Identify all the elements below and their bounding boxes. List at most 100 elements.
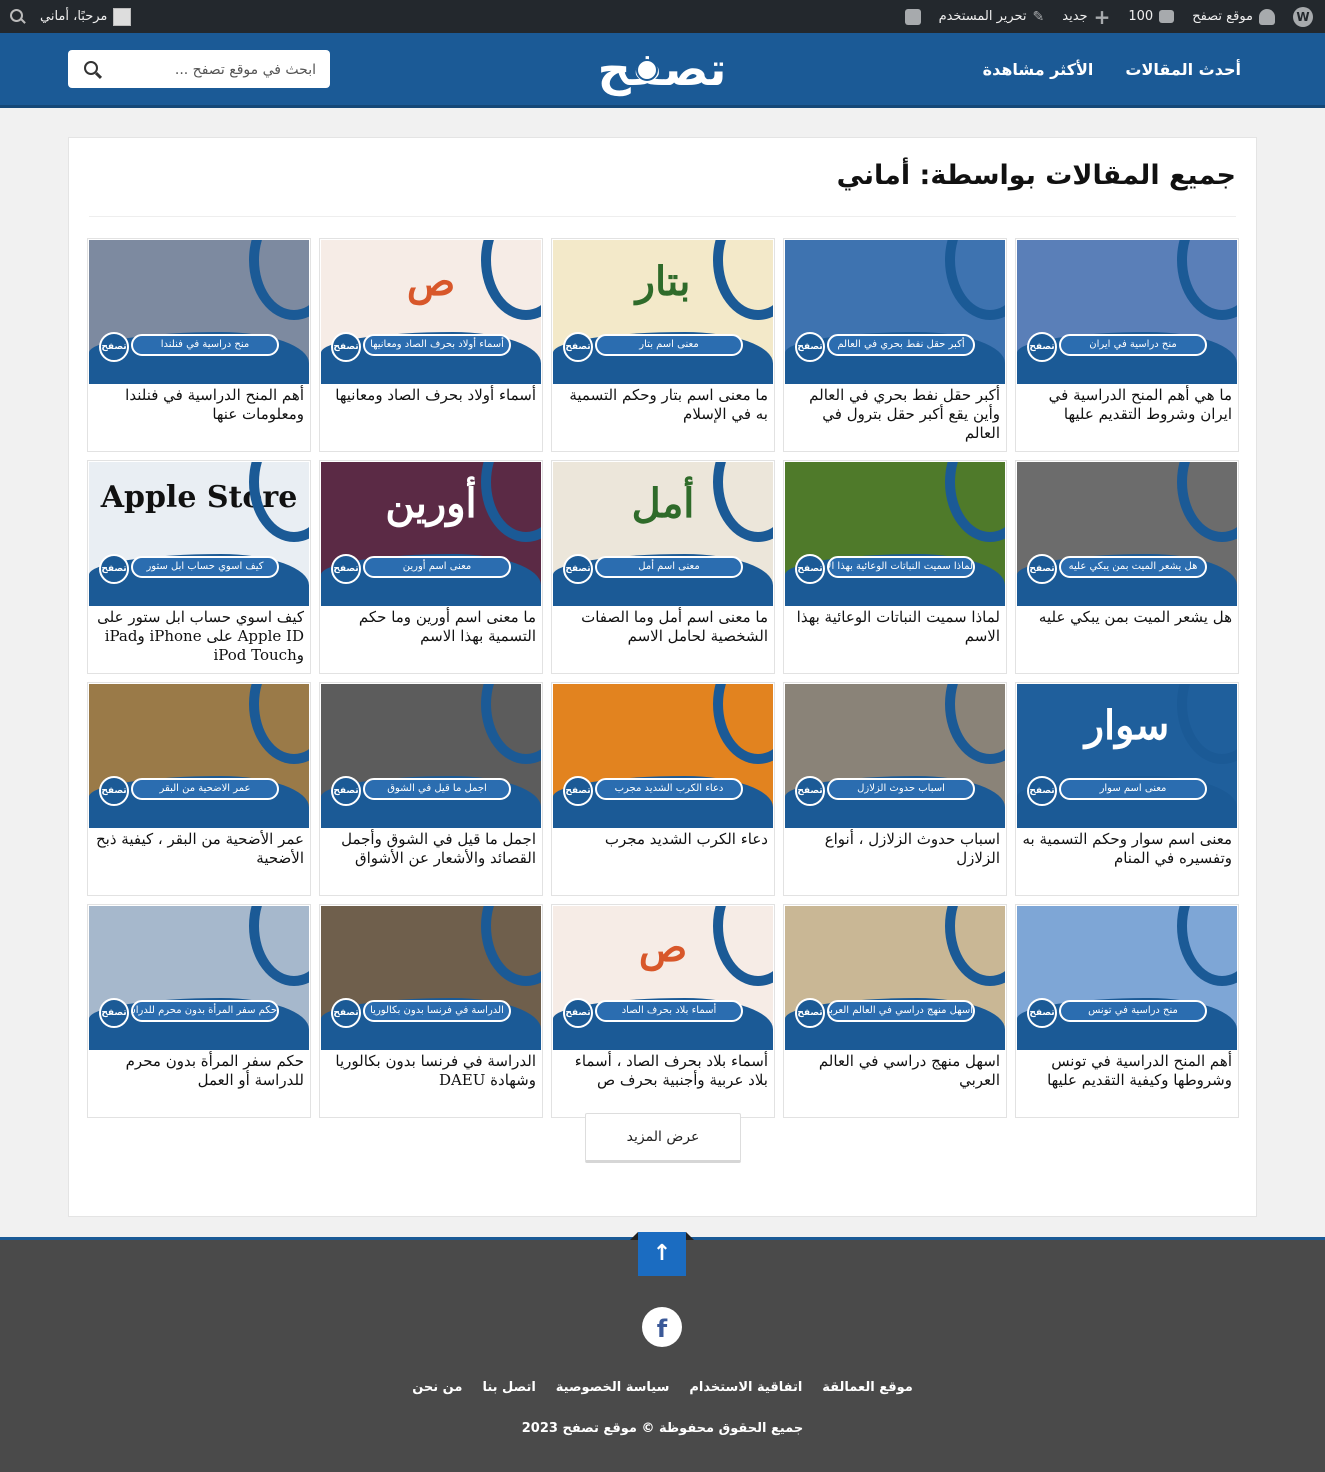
admin-bar-account[interactable]: مرحبًا، أماني	[40, 7, 132, 26]
article-title[interactable]: حكم سفر المرأة بدون محرم للدراسة أو العم…	[94, 1052, 304, 1090]
article-thumbnail[interactable]: ص أسماء بلاد بحرف الصاد تصفح	[553, 906, 773, 1050]
article-title[interactable]: اجمل ما قيل في الشوق وأجمل القصائد والأش…	[326, 830, 536, 868]
article-card[interactable]: عمر الاضحية من البقر تصفح عمر الأضحية من ا…	[87, 682, 311, 896]
article-title[interactable]: أهم المنح الدراسية في تونس وشروطها وكيفي…	[1022, 1052, 1232, 1090]
yoast-seo-icon[interactable]	[904, 8, 921, 25]
article-card[interactable]: اسباب حدوث الزلازل تصفح اسباب حدوث الزلازل…	[783, 682, 1007, 896]
article-title[interactable]: هل يشعر الميت بمن يبكي عليه	[1022, 608, 1232, 627]
thumbnail-caption: اسهل منهج دراسي في العالم العربي	[827, 1000, 975, 1022]
thumbnail-caption: اجمل ما قيل في الشوق	[363, 778, 511, 800]
article-title[interactable]: أسماء أولاد بحرف الصاد ومعانيها	[326, 386, 536, 405]
article-title[interactable]: عمر الأضحية من البقر ، كيفية ذبح الأضحية	[94, 830, 304, 868]
brand-badge: تصفح	[331, 776, 361, 806]
admin-bar-comments[interactable]: 100	[1128, 9, 1175, 24]
article-card[interactable]: الدراسة في فرنسا بدون بكالوريا تصفح الدراس…	[319, 904, 543, 1118]
thumbnail-caption: منح دراسية في ايران	[1059, 334, 1207, 356]
article-title[interactable]: ما هي أهم المنح الدراسية في ايران وشروط …	[1022, 386, 1232, 424]
article-card[interactable]: ص أسماء أولاد بحرف الصاد ومعانيها تصفح أسما…	[319, 238, 543, 452]
article-card[interactable]: ص أسماء بلاد بحرف الصاد تصفح أسماء بلاد بحر…	[551, 904, 775, 1118]
admin-search-icon[interactable]	[10, 8, 26, 25]
article-card[interactable]: لماذا سميت النباتات الوعائية بهذا الاسم ت…	[783, 460, 1007, 674]
title-divider	[89, 216, 1236, 217]
admin-bar-edit-user[interactable]: ✎ تحرير المستخدم	[939, 9, 1045, 25]
article-thumbnail[interactable]: أورين معنى اسم أورين تصفح	[321, 462, 541, 606]
wordpress-logo-icon[interactable]	[1293, 6, 1313, 27]
article-thumbnail[interactable]: اسهل منهج دراسي في العالم العربي تصفح	[785, 906, 1005, 1050]
article-title[interactable]: أكبر حقل نفط بحري في العالم وأين يقع أكب…	[790, 386, 1000, 443]
footer-link-giants[interactable]: موقع العمالقة	[822, 1380, 913, 1395]
article-title[interactable]: كيف اسوي حساب ابل ستور على Apple ID على …	[94, 608, 304, 665]
article-thumbnail[interactable]: منح دراسية في فنلندا تصفح	[89, 240, 309, 384]
article-card[interactable]: هل يشعر الميت بمن يبكي عليه تصفح هل يشعر ا…	[1015, 460, 1239, 674]
article-title[interactable]: ما معنى اسم بتار وحكم التسمية به في الإس…	[558, 386, 768, 424]
article-title[interactable]: أسماء بلاد بحرف الصاد ، أسماء بلاد عربية…	[558, 1052, 768, 1090]
brand-badge: تصفح	[99, 776, 129, 806]
article-thumbnail[interactable]: دعاء الكرب الشديد مجرب تصفح	[553, 684, 773, 828]
article-title[interactable]: ما معنى اسم أورين وما حكم التسمية بهذا ا…	[326, 608, 536, 646]
search-input[interactable]	[114, 50, 318, 90]
article-card[interactable]: منح دراسية في فنلندا تصفح أهم المنح الدراس…	[87, 238, 311, 452]
article-thumbnail[interactable]: الدراسة في فرنسا بدون بكالوريا تصفح	[321, 906, 541, 1050]
admin-bar-site-name: موقع تصفح	[1192, 9, 1253, 24]
nav-latest-articles[interactable]: أحدث المقالات	[1125, 60, 1241, 79]
article-thumbnail[interactable]: منح دراسية في تونس تصفح	[1017, 906, 1237, 1050]
load-more-button[interactable]: عرض المزيد	[585, 1113, 741, 1163]
article-thumbnail[interactable]: Apple Store كيف اسوي حساب ابل ستور تصفح	[89, 462, 309, 606]
article-card[interactable]: بتار معنى اسم بتار تصفح ما معنى اسم بتار وح…	[551, 238, 775, 452]
article-title[interactable]: ما معنى اسم أمل وما الصفات الشخصية لحامل…	[558, 608, 768, 646]
author-archive: جميع المقالات بواسطة: أماني منح دراسية ف…	[68, 137, 1257, 1217]
article-card[interactable]: سوار معنى اسم سوار تصفح معنى اسم سوار وحكم …	[1015, 682, 1239, 896]
thumbnail-caption: عمر الاضحية من البقر	[131, 778, 279, 800]
search-icon[interactable]	[84, 61, 102, 79]
admin-bar-new[interactable]: + جديد	[1062, 7, 1110, 27]
article-thumbnail[interactable]: أمل معنى اسم أمل تصفح	[553, 462, 773, 606]
nav-most-viewed[interactable]: الأكثر مشاهدة	[983, 60, 1094, 79]
footer-link-terms[interactable]: اتفاقية الاستخدام	[689, 1380, 802, 1395]
article-thumbnail[interactable]: اسباب حدوث الزلازل تصفح	[785, 684, 1005, 828]
facebook-icon[interactable]: f	[642, 1307, 682, 1347]
brand-badge: تصفح	[331, 998, 361, 1028]
site-logo[interactable]: تصفح	[596, 41, 728, 97]
article-title[interactable]: معنى اسم سوار وحكم التسمية به وتفسيره في…	[1022, 830, 1232, 868]
article-title[interactable]: اسباب حدوث الزلازل ، أنواع الزلازل	[790, 830, 1000, 868]
article-thumbnail[interactable]: لماذا سميت النباتات الوعائية بهذا الاسمت…	[785, 462, 1005, 606]
thumbnail-caption: معنى اسم أمل	[595, 556, 743, 578]
main-nav: أحدث المقالات الأكثر مشاهدة	[983, 33, 1241, 105]
article-card[interactable]: أمل معنى اسم أمل تصفح ما معنى اسم أمل وما ا…	[551, 460, 775, 674]
brand-badge: تصفح	[795, 332, 825, 362]
footer-links: من نحن اتصل بنا سياسة الخصوصية اتفاقية ا…	[0, 1380, 1325, 1395]
article-thumbnail[interactable]: بتار معنى اسم بتار تصفح	[553, 240, 773, 384]
article-thumbnail[interactable]: سوار معنى اسم سوار تصفح	[1017, 684, 1237, 828]
article-title[interactable]: دعاء الكرب الشديد مجرب	[558, 830, 768, 849]
article-thumbnail[interactable]: ص أسماء أولاد بحرف الصاد ومعانيها تصفح	[321, 240, 541, 384]
thumbnail-caption: الدراسة في فرنسا بدون بكالوريا	[363, 1000, 511, 1022]
article-thumbnail[interactable]: اجمل ما قيل في الشوق تصفح	[321, 684, 541, 828]
article-card[interactable]: منح دراسية في ايران تصفح ما هي أهم المنح ا…	[1015, 238, 1239, 452]
article-thumbnail[interactable]: منح دراسية في ايران تصفح	[1017, 240, 1237, 384]
article-title[interactable]: أهم المنح الدراسية في فنلندا ومعلومات عن…	[94, 386, 304, 424]
article-card[interactable]: حكم سفر المرأة بدون محرم للدراسة تصفح حكم …	[87, 904, 311, 1118]
footer-link-about[interactable]: من نحن	[412, 1380, 462, 1395]
brand-badge: تصفح	[795, 998, 825, 1028]
article-card[interactable]: أكبر حقل نفط بحري في العالم تصفح أكبر حقل …	[783, 238, 1007, 452]
article-card[interactable]: اجمل ما قيل في الشوق تصفح اجمل ما قيل في ا…	[319, 682, 543, 896]
new-label: جديد	[1062, 9, 1088, 24]
article-thumbnail[interactable]: حكم سفر المرأة بدون محرم للدراسة تصفح	[89, 906, 309, 1050]
article-card[interactable]: أورين معنى اسم أورين تصفح ما معنى اسم أورين…	[319, 460, 543, 674]
article-title[interactable]: اسهل منهج دراسي في العالم العربي	[790, 1052, 1000, 1090]
article-card[interactable]: Apple Store كيف اسوي حساب ابل ستور تصفح كيف…	[87, 460, 311, 674]
article-thumbnail[interactable]: عمر الاضحية من البقر تصفح	[89, 684, 309, 828]
article-card[interactable]: اسهل منهج دراسي في العالم العربي تصفح اسهل…	[783, 904, 1007, 1118]
footer-link-contact[interactable]: اتصل بنا	[482, 1380, 535, 1395]
brand-badge: تصفح	[795, 554, 825, 584]
thumbnail-caption: أسماء أولاد بحرف الصاد ومعانيها	[363, 334, 511, 356]
article-thumbnail[interactable]: أكبر حقل نفط بحري في العالم تصفح	[785, 240, 1005, 384]
article-title[interactable]: الدراسة في فرنسا بدون بكالوريا وشهادة DA…	[326, 1052, 536, 1090]
back-to-top-button[interactable]: ↑	[630, 1232, 694, 1276]
article-card[interactable]: منح دراسية في تونس تصفح أهم المنح الدراسية…	[1015, 904, 1239, 1118]
admin-bar-site[interactable]: موقع تصفح	[1192, 8, 1275, 25]
footer-link-privacy[interactable]: سياسة الخصوصية	[556, 1380, 670, 1395]
article-card[interactable]: دعاء الكرب الشديد مجرب تصفح دعاء الكرب الش…	[551, 682, 775, 896]
article-title[interactable]: لماذا سميت النباتات الوعائية بهذا الاسم	[790, 608, 1000, 646]
article-thumbnail[interactable]: هل يشعر الميت بمن يبكي عليه تصفح	[1017, 462, 1237, 606]
